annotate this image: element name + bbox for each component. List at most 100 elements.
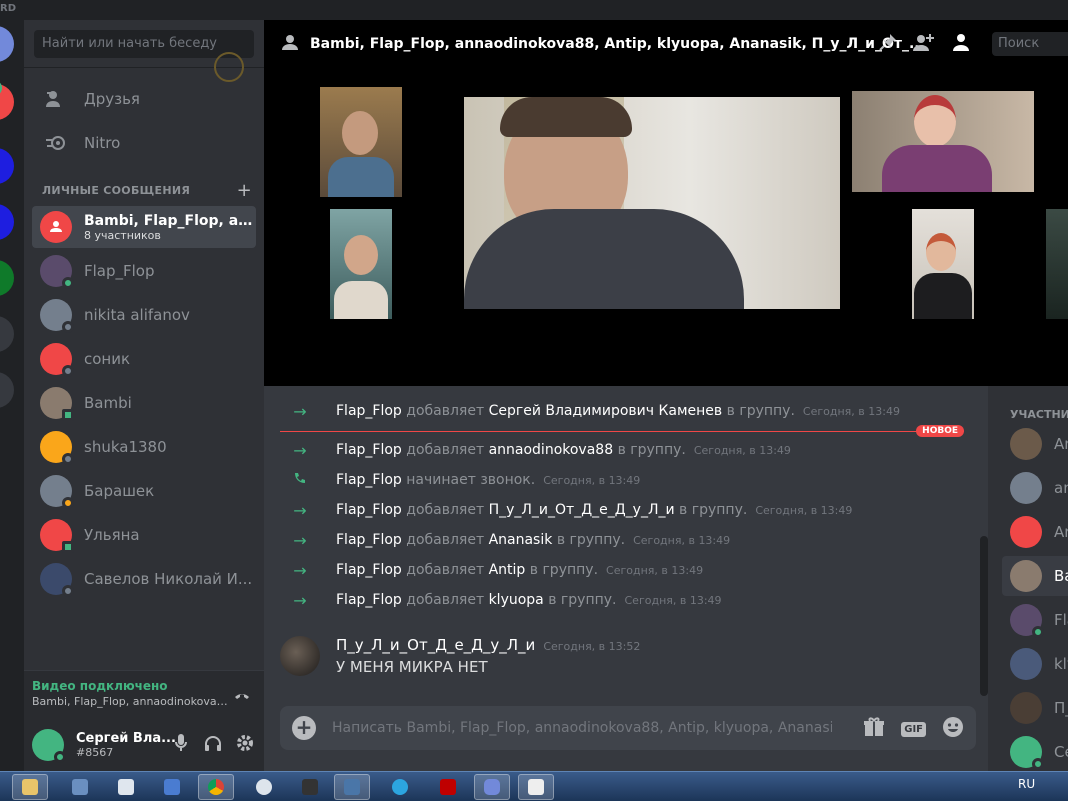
member-name: kly [1054, 655, 1068, 673]
video-tile[interactable] [1046, 209, 1068, 319]
server-rail [0, 20, 24, 771]
status-indicator [1032, 626, 1044, 638]
member-item[interactable]: kly [1002, 644, 1068, 684]
dm-item[interactable]: соник [32, 338, 256, 380]
status-indicator [54, 750, 66, 763]
avatar [1010, 560, 1042, 592]
folder-icon [22, 779, 38, 795]
channel-title: Bambi, Flap_Flop, annaodinokova88, Antip… [310, 36, 925, 52]
system-verb: добавляет [406, 442, 485, 458]
member-list-icon[interactable] [950, 32, 972, 56]
gif-icon[interactable]: GIF [901, 721, 926, 737]
emoji-icon[interactable] [942, 716, 964, 742]
message-author-row: П_у_Л_и_От_Д_е_Д_у_Л_и Сегодня, в 13:52 [336, 636, 640, 654]
member-item[interactable]: Fla [1002, 600, 1068, 640]
gift-icon[interactable] [863, 717, 885, 741]
main-video-tile[interactable] [464, 97, 840, 309]
taskbar-app[interactable] [518, 774, 554, 800]
taskbar-notepad[interactable] [108, 774, 144, 800]
status-indicator [62, 497, 74, 509]
language-indicator[interactable]: RU [1018, 777, 1035, 791]
create-dm-icon[interactable]: + [237, 180, 252, 201]
timestamp: Сегодня, в 13:49 [633, 533, 731, 547]
dm-item[interactable]: nikita alifanov [32, 294, 256, 336]
member-item[interactable]: Ba [1002, 556, 1068, 596]
chat-scrollbar[interactable] [980, 536, 988, 696]
dm-item[interactable]: Барашек [32, 470, 256, 512]
video-tile[interactable] [320, 87, 402, 197]
system-user[interactable]: Flap_Flop [336, 472, 402, 488]
server-icon[interactable] [0, 260, 14, 296]
member-item[interactable]: П_ [1002, 688, 1068, 728]
dm-item[interactable]: Савелов Николай И... [32, 558, 256, 600]
taskbar-app[interactable] [62, 774, 98, 800]
taskbar-vk[interactable] [334, 774, 370, 800]
system-user[interactable]: Flap_Flop [336, 532, 402, 548]
taskbar-chrome[interactable] [198, 774, 234, 800]
server-icon[interactable] [0, 84, 14, 120]
title-bar: RD [0, 0, 1068, 20]
system-tail: в группу. [617, 442, 686, 458]
headphones-icon[interactable] [202, 732, 224, 754]
timestamp: Сегодня, в 13:49 [606, 563, 704, 577]
system-user[interactable]: Flap_Flop [336, 502, 402, 518]
taskbar-discord[interactable] [474, 774, 510, 800]
video-tile[interactable] [912, 209, 974, 319]
timestamp: Сегодня, в 13:49 [802, 404, 900, 418]
nav-friends[interactable]: Друзья [32, 78, 256, 120]
add-server-icon[interactable] [0, 316, 14, 352]
system-target[interactable]: Ananasik [489, 532, 553, 548]
taskbar-telegram[interactable] [382, 774, 418, 800]
avatar [40, 255, 74, 289]
system-user[interactable]: Flap_Flop [336, 403, 402, 419]
upload-plus-icon[interactable]: + [292, 716, 316, 740]
message-author[interactable]: П_у_Л_и_От_Д_е_Д_у_Л_и [336, 636, 535, 654]
video-tile[interactable] [852, 91, 1034, 192]
dm-item[interactable]: Flap_Flop [32, 250, 256, 292]
system-target[interactable]: klyuopa [489, 592, 544, 608]
system-target[interactable]: Сергей Владимирович Каменев [489, 403, 723, 419]
system-user[interactable]: Flap_Flop [336, 592, 402, 608]
member-item[interactable]: Се [1002, 732, 1068, 771]
server-icon[interactable] [0, 204, 14, 240]
taskbar-explorer[interactable] [12, 774, 48, 800]
search-input[interactable]: Поиск [992, 32, 1068, 56]
dm-name: соник [84, 350, 131, 368]
pin-icon[interactable] [878, 32, 898, 56]
system-target[interactable]: annaodinokova88 [489, 442, 614, 458]
dm-sidebar: Найти или начать беседу Друзья Nitro ЛИЧ… [24, 20, 264, 771]
dm-item-group[interactable]: Bambi, Flap_Flop, an... 8 участников [32, 206, 256, 248]
voice-channel-name[interactable]: Bambi, Flap_Flop, annaodinokova88,... [32, 695, 228, 708]
add-friend-icon[interactable] [912, 32, 936, 56]
server-icon[interactable] [0, 148, 14, 184]
system-user[interactable]: Flap_Flop [336, 442, 402, 458]
nav-nitro[interactable]: Nitro [32, 122, 256, 164]
member-item[interactable]: Ar [1002, 512, 1068, 552]
disconnect-icon[interactable] [232, 685, 252, 705]
member-item[interactable]: an [1002, 468, 1068, 508]
system-user[interactable]: Flap_Flop [336, 562, 402, 578]
user-avatar[interactable] [32, 728, 66, 763]
dm-item[interactable]: Bambi [32, 382, 256, 424]
message-input[interactable]: Написать Bambi, Flap_Flop, annaodinokova… [332, 720, 832, 736]
taskbar-app[interactable] [246, 774, 282, 800]
system-message: Flap_Flop начинает звонок. Сегодня, в 13:… [288, 470, 640, 490]
taskbar-media[interactable] [292, 774, 328, 800]
system-target[interactable]: П_у_Л_и_От_Д_е_Д_у_Л_и [489, 502, 675, 518]
author-avatar[interactable] [280, 636, 320, 676]
username: Сергей Вла... [76, 730, 176, 746]
dm-item[interactable]: shuka1380 [32, 426, 256, 468]
taskbar-filezilla[interactable] [430, 774, 466, 800]
taskbar-app[interactable] [154, 774, 190, 800]
group-avatar [40, 211, 72, 243]
microphone-icon[interactable] [170, 732, 192, 754]
settings-gear-icon[interactable] [234, 732, 256, 754]
system-target[interactable]: Antip [489, 562, 526, 578]
dm-item[interactable]: Ульяна [32, 514, 256, 556]
system-verb: добавляет [406, 502, 485, 518]
member-item[interactable]: An [1002, 424, 1068, 464]
explore-servers-icon[interactable] [0, 372, 14, 408]
video-tile[interactable] [330, 209, 392, 319]
status-indicator [62, 453, 74, 465]
home-server-icon[interactable] [0, 26, 14, 62]
